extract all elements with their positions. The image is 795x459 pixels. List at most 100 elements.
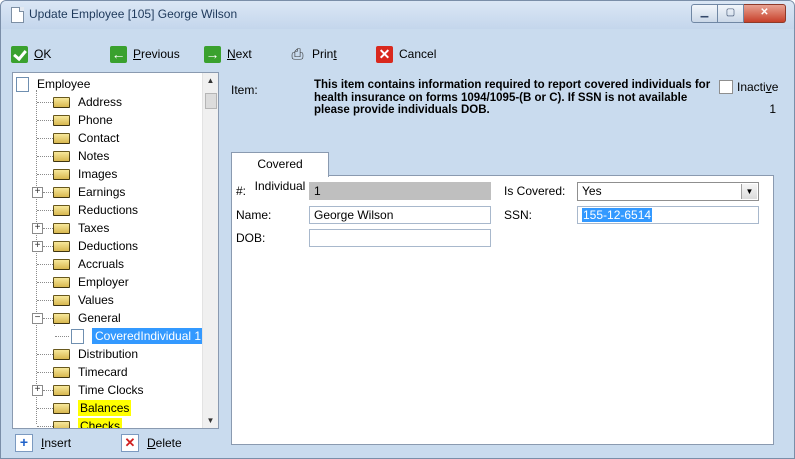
window-title: Update Employee [105] George Wilson [29,7,238,21]
inactive-label: Inactive [737,80,779,94]
navigation-tree[interactable]: Employee Address Phone Contact Notes Ima… [12,72,219,429]
expand-icon[interactable]: + [32,385,43,396]
tree-scrollbar[interactable]: ▲ ▼ [202,73,218,428]
number-label: #: [236,184,247,198]
inactive-checkbox[interactable]: Inactive [719,80,778,94]
folder-icon [53,150,70,162]
tree-item[interactable]: General [53,309,121,327]
document-icon [16,76,29,92]
x-icon: ✕ [121,434,139,452]
delete-button[interactable]: ✕ Delete [121,434,182,452]
is-covered-label: Is Covered: [504,184,566,198]
checkmark-icon [11,45,28,63]
item-label: Item: [231,83,258,97]
tree-item[interactable]: Notes [53,147,109,165]
tree-item-highlighted[interactable]: Checks [53,417,123,428]
expand-icon[interactable]: + [32,187,43,198]
collapse-icon[interactable]: − [32,313,43,324]
name-field[interactable]: George Wilson [309,206,491,224]
tree-item[interactable]: Taxes [53,219,109,237]
folder-icon [53,222,70,234]
name-label: Name: [236,208,272,222]
employee-window: Update Employee [105] George Wilson ▁ ▢ … [0,0,795,459]
previous-label: Previous [133,47,180,61]
plus-icon: + [15,434,33,452]
close-button[interactable]: ✕ [744,4,786,23]
document-icon [71,328,84,344]
ssn-field[interactable]: 155-12-6514 [577,206,759,224]
ssn-label: SSN: [504,208,533,222]
expand-icon[interactable]: + [32,241,43,252]
folder-icon [53,114,70,126]
tab-covered-individual[interactable]: Covered Individual [231,152,329,193]
tree-item[interactable]: Reductions [53,201,138,219]
scrollbar-thumb[interactable] [205,93,217,109]
tree-item-highlighted[interactable]: Balances [53,399,132,417]
arrow-left-icon: ← [110,45,127,63]
item-description: This item contains information required … [314,79,711,116]
tree-item[interactable]: Deductions [53,237,138,255]
scroll-up-icon[interactable]: ▲ [203,73,218,88]
folder-icon [53,402,70,414]
tree-item[interactable]: Accruals [53,255,124,273]
title-bar[interactable]: Update Employee [105] George Wilson ▁ ▢ … [1,1,794,29]
ssn-value: 155-12-6514 [582,208,653,222]
tree-item[interactable]: Earnings [53,183,125,201]
is-covered-value: Yes [582,184,602,198]
print-button[interactable]: ⎙ Print [289,45,337,63]
folder-icon [53,348,70,360]
detail-pane: Item: This item contains information req… [220,71,786,453]
ok-button[interactable]: OK [11,45,51,63]
tree-item[interactable]: Images [53,165,117,183]
checkbox-icon[interactable] [719,80,733,94]
cancel-label: Cancel [399,47,437,61]
toolbar: OK ← Previous → Next ⎙ Print ✕ Cancel [1,42,794,66]
folder-icon [53,168,70,180]
tree-item[interactable]: Time Clocks [53,381,144,399]
next-button[interactable]: → Next [204,45,252,63]
next-label: Next [227,47,252,61]
folder-icon [53,204,70,216]
print-label: Print [312,47,337,61]
tree-item[interactable]: Contact [53,129,119,147]
previous-button[interactable]: ← Previous [110,45,180,63]
tree-item-selected[interactable]: CoveredIndividual 1 [71,327,205,345]
insert-label: Insert [41,436,72,450]
tree-item[interactable]: Values [53,291,114,309]
number-field: 1 [309,182,491,200]
insert-button[interactable]: + Insert [15,434,71,452]
dob-label: DOB: [236,231,266,245]
folder-icon [53,96,70,108]
folder-icon [53,276,70,288]
tree-item[interactable]: Address [53,93,122,111]
minimize-button[interactable]: ▁ [691,4,718,23]
document-icon [11,7,24,23]
folder-icon [53,294,70,306]
folder-icon [53,186,70,198]
x-icon: ✕ [376,45,393,63]
tree-item[interactable]: Employer [53,273,129,291]
expand-icon[interactable]: + [32,223,43,234]
tree-root-employee[interactable]: Employee [16,75,90,93]
arrow-right-icon: → [204,45,221,63]
tree-item[interactable]: Timecard [53,363,128,381]
folder-icon [53,420,70,428]
folder-icon [53,132,70,144]
folder-icon [53,240,70,252]
ok-label: OK [34,47,52,61]
chevron-down-icon[interactable]: ▼ [741,184,757,199]
tree-item[interactable]: Distribution [53,345,138,363]
item-count: 1 [769,102,776,116]
scroll-down-icon[interactable]: ▼ [203,413,218,428]
tab-panel: #: 1 Name: George Wilson DOB: Is Covered… [231,175,774,445]
folder-icon [53,384,70,396]
folder-icon [53,258,70,270]
maximize-button[interactable]: ▢ [718,4,744,23]
printer-icon: ⎙ [291,45,304,63]
is-covered-select[interactable]: Yes ▼ [577,182,759,201]
dob-field[interactable] [309,229,491,247]
tree-item[interactable]: Phone [53,111,113,129]
folder-icon [53,366,70,378]
delete-label: Delete [147,436,182,450]
cancel-button[interactable]: ✕ Cancel [376,45,436,63]
